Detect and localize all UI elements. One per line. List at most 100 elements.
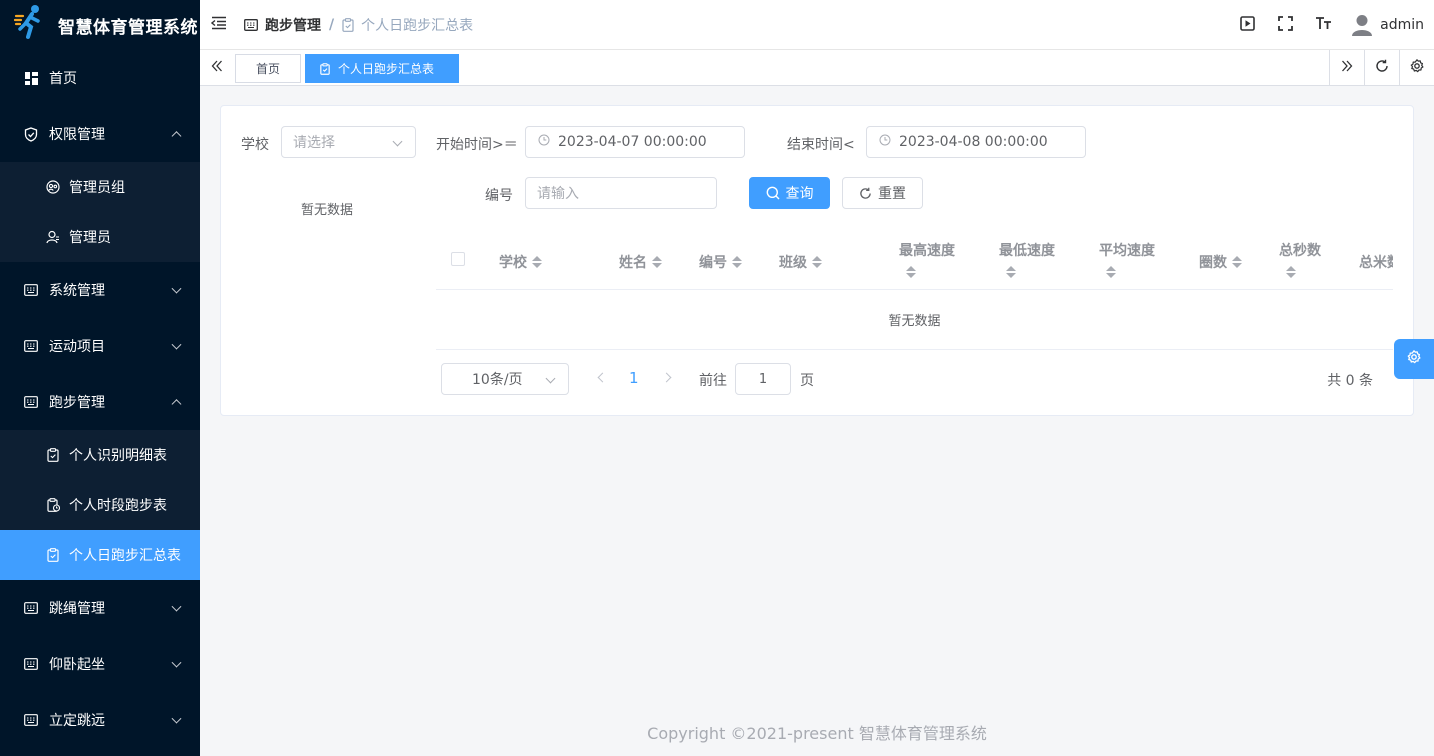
sort-icon[interactable] — [1232, 256, 1242, 268]
column-header-total-seconds[interactable]: 总秒数 — [1279, 240, 1321, 278]
tag-home[interactable]: 首页 — [235, 54, 301, 83]
sort-icon[interactable] — [732, 256, 742, 268]
avatar[interactable] — [1350, 13, 1374, 37]
search-button[interactable]: 查询 — [749, 177, 830, 209]
tags-view: 首页 个人日跑步汇总表 — [200, 50, 1434, 86]
sidebar-item-sports[interactable]: 运动项目 — [0, 318, 200, 374]
refresh-button[interactable] — [1364, 50, 1399, 85]
breadcrumb-item-current: 个人日跑步汇总表 — [342, 15, 473, 35]
id-input[interactable]: 请输入 — [525, 177, 717, 209]
column-header-total-meters[interactable]: 总米数 — [1359, 252, 1393, 272]
breadcrumb-item-running[interactable]: 跑步管理 — [244, 15, 321, 35]
tag-label: 个人日跑步汇总表 — [338, 62, 435, 76]
tag-daily-summary[interactable]: 个人日跑步汇总表 — [305, 54, 459, 83]
sidebar-item-label: 个人日跑步汇总表 — [69, 548, 181, 564]
top-header: 跑步管理 / 个人日跑步汇总表 admin — [200, 0, 1434, 50]
column-label: 编号 — [699, 255, 727, 271]
breadcrumb-label: 跑步管理 — [265, 17, 321, 34]
gear-icon — [1407, 350, 1421, 368]
sidebar-item-daily-summary[interactable]: 个人日跑步汇总表 — [0, 530, 200, 580]
column-header-max-speed[interactable]: 最高速度 — [899, 240, 955, 278]
clock-icon — [879, 134, 891, 150]
sort-icon[interactable] — [812, 256, 822, 268]
column-header-name[interactable]: 姓名 — [619, 252, 662, 272]
shield-icon — [24, 126, 38, 142]
font-size-button[interactable] — [1304, 0, 1342, 50]
keyboard-icon — [24, 713, 38, 727]
sidebar-item-rope-skipping[interactable]: 跳绳管理 — [0, 580, 200, 636]
header-actions: admin — [1228, 0, 1424, 50]
chevron-down-icon — [171, 339, 182, 350]
column-header-avg-speed[interactable]: 平均速度 — [1099, 240, 1155, 278]
username[interactable]: admin — [1380, 17, 1424, 33]
sidebar-item-label: 管理员组 — [69, 180, 125, 196]
scroll-left-button[interactable] — [200, 50, 234, 85]
end-time-picker[interactable]: 2023-04-08 00:00:00 — [866, 126, 1086, 158]
chevron-down-icon — [392, 136, 403, 147]
sidebar-item-long-jump[interactable]: 立定跳远 — [0, 692, 200, 748]
logo[interactable]: 智慧体育管理系统 — [0, 0, 200, 50]
chevron-down-icon — [171, 657, 182, 668]
sort-icon[interactable] — [1106, 266, 1116, 278]
school-select[interactable]: 请选择 — [281, 126, 416, 158]
data-table: 学校 姓名 编号 班级 最高速度 最低速度 平均速度 圈数 总秒数 总米 暂无数… — [436, 234, 1393, 350]
next-page-button[interactable] — [661, 372, 672, 383]
sidebar-item-situps[interactable]: 仰卧起坐 — [0, 636, 200, 692]
sort-icon[interactable] — [1286, 266, 1296, 278]
user-icon — [46, 230, 60, 244]
goto-page-input[interactable]: 1 — [735, 363, 791, 395]
sidebar-item-label: 管理员 — [69, 230, 111, 246]
column-header-school[interactable]: 学校 — [499, 252, 542, 272]
floating-settings-button[interactable] — [1394, 339, 1434, 379]
fullscreen-icon — [1277, 15, 1293, 35]
breadcrumb-label: 个人日跑步汇总表 — [361, 17, 474, 34]
chevron-down-icon — [171, 601, 182, 612]
sidebar-item-home[interactable]: 首页 — [0, 50, 200, 106]
page-number-current[interactable]: 1 — [629, 369, 639, 387]
chevron-up-icon — [171, 131, 182, 142]
sidebar-item-period-running[interactable]: 个人时段跑步表 — [0, 480, 200, 530]
column-header-number[interactable]: 编号 — [699, 252, 742, 272]
school-placeholder: 请选择 — [293, 135, 335, 151]
chevron-up-icon — [171, 399, 182, 410]
goto-page-value: 1 — [758, 371, 768, 387]
permissions-submenu: 管理员组 管理员 — [0, 162, 200, 262]
prev-page-button[interactable] — [597, 372, 608, 383]
scroll-right-button[interactable] — [1329, 50, 1364, 85]
sort-icon[interactable] — [652, 256, 662, 268]
sidebar-item-running[interactable]: 跑步管理 — [0, 374, 200, 430]
tag-settings-button[interactable] — [1399, 50, 1434, 85]
sort-icon[interactable] — [1006, 266, 1016, 278]
column-header-min-speed[interactable]: 最低速度 — [999, 240, 1055, 278]
page-suffix: 页 — [800, 373, 814, 389]
table-header: 学校 姓名 编号 班级 最高速度 最低速度 平均速度 圈数 总秒数 总米 — [436, 234, 1393, 290]
keyboard-icon — [24, 283, 38, 297]
chevron-down-icon — [545, 373, 556, 384]
breadcrumb: 跑步管理 / 个人日跑步汇总表 — [244, 15, 473, 35]
sidebar-item-label: 跳绳管理 — [49, 601, 105, 617]
column-label: 总秒数 — [1279, 243, 1321, 259]
column-header-class[interactable]: 班级 — [779, 252, 822, 272]
breadcrumb-separator: / — [329, 16, 335, 33]
sort-icon[interactable] — [532, 256, 542, 268]
select-all-checkbox[interactable] — [451, 252, 465, 266]
sidebar-item-label: 个人时段跑步表 — [69, 498, 167, 514]
sidebar-item-system[interactable]: 系统管理 — [0, 262, 200, 318]
sidebar-item-admins[interactable]: 管理员 — [0, 212, 200, 262]
chevron-down-icon — [171, 283, 182, 294]
reset-button[interactable]: 重置 — [842, 177, 923, 209]
sort-icon[interactable] — [906, 266, 916, 278]
sidebar-toggle-button[interactable] — [200, 0, 238, 50]
sidebar-item-recognition-detail[interactable]: 个人识别明细表 — [0, 430, 200, 480]
play-button[interactable] — [1228, 0, 1266, 50]
sidebar-item-label: 立定跳远 — [49, 713, 105, 729]
page-size-select[interactable]: 10条/页 — [441, 363, 569, 395]
clipboard-icon — [46, 548, 60, 562]
fullscreen-button[interactable] — [1266, 0, 1304, 50]
start-time-picker[interactable]: 2023-04-07 00:00:00 — [525, 126, 745, 158]
column-header-laps[interactable]: 圈数 — [1199, 252, 1242, 272]
sidebar-item-permissions[interactable]: 权限管理 — [0, 106, 200, 162]
keyboard-icon — [24, 657, 38, 671]
column-label: 圈数 — [1199, 255, 1227, 271]
sidebar-item-admin-groups[interactable]: 管理员组 — [0, 162, 200, 212]
